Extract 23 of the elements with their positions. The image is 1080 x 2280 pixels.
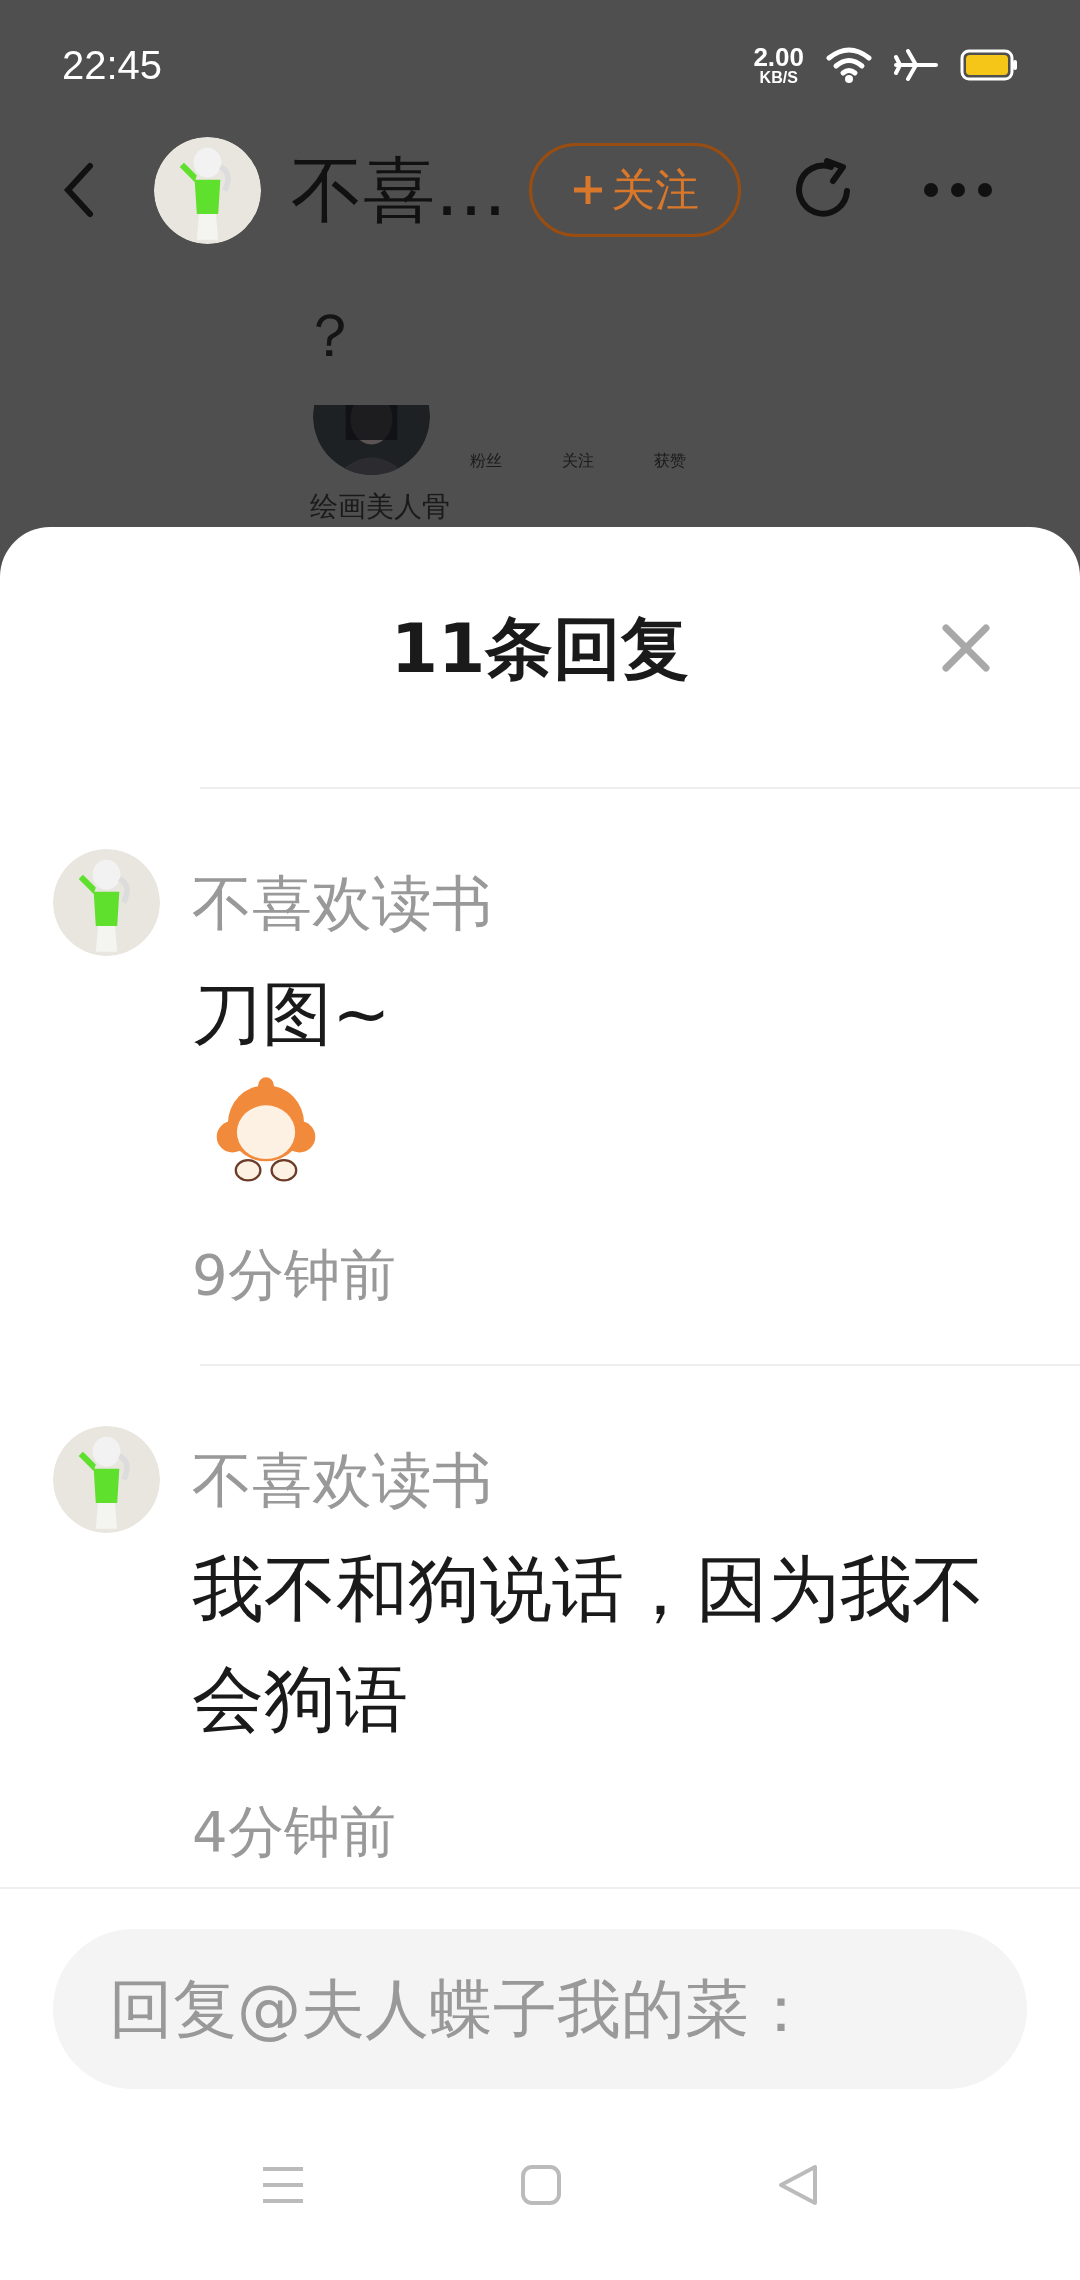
airplane-icon: [894, 48, 938, 82]
menu-icon[interactable]: [261, 2164, 305, 2205]
network-unit: KB/S: [759, 70, 798, 86]
comment-author[interactable]: 不喜欢读书: [192, 867, 492, 939]
status-time: 22:45: [62, 42, 163, 89]
comment-author[interactable]: 不喜欢读书: [192, 1444, 492, 1516]
plus-icon: [571, 173, 605, 207]
sheet-title: 11条回复: [390, 608, 690, 690]
battery-icon: [960, 49, 1018, 81]
home-icon[interactable]: [520, 2163, 562, 2206]
follow-button[interactable]: 关注: [529, 143, 741, 237]
back-nav-icon[interactable]: [777, 2162, 819, 2207]
comment-time: 4分钟前: [192, 1798, 396, 1865]
reply-field[interactable]: 回复@夫人蝶子我的菜：: [53, 1929, 1027, 2089]
post-text: ？: [300, 299, 361, 371]
wifi-icon: [826, 46, 872, 84]
more-icon[interactable]: [923, 182, 993, 198]
profile-name: 不喜…: [291, 147, 508, 234]
network-speed: 2.00: [753, 44, 804, 70]
comment-text: 刀图~: [192, 972, 391, 1056]
comment-text: 我不和狗说话，因为我不会狗语: [192, 1546, 985, 1743]
comment-time: 9分钟前: [192, 1241, 396, 1308]
close-icon[interactable]: [942, 624, 990, 672]
